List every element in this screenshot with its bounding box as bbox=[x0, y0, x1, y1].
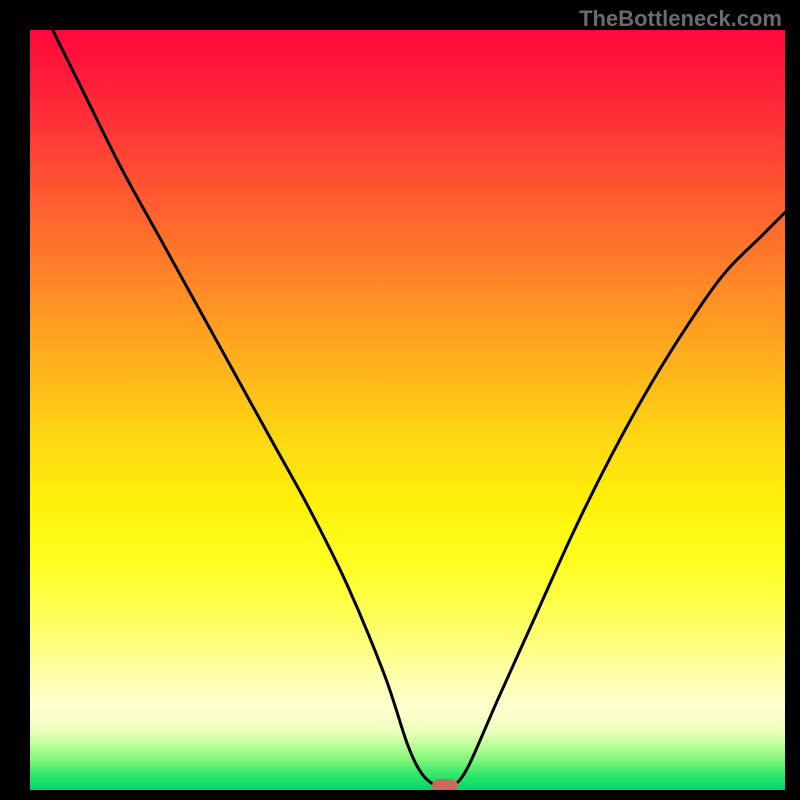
watermark-text: TheBottleneck.com bbox=[579, 6, 782, 32]
plot-area bbox=[30, 30, 785, 790]
min-marker bbox=[432, 779, 458, 790]
bottleneck-curve bbox=[30, 30, 785, 790]
